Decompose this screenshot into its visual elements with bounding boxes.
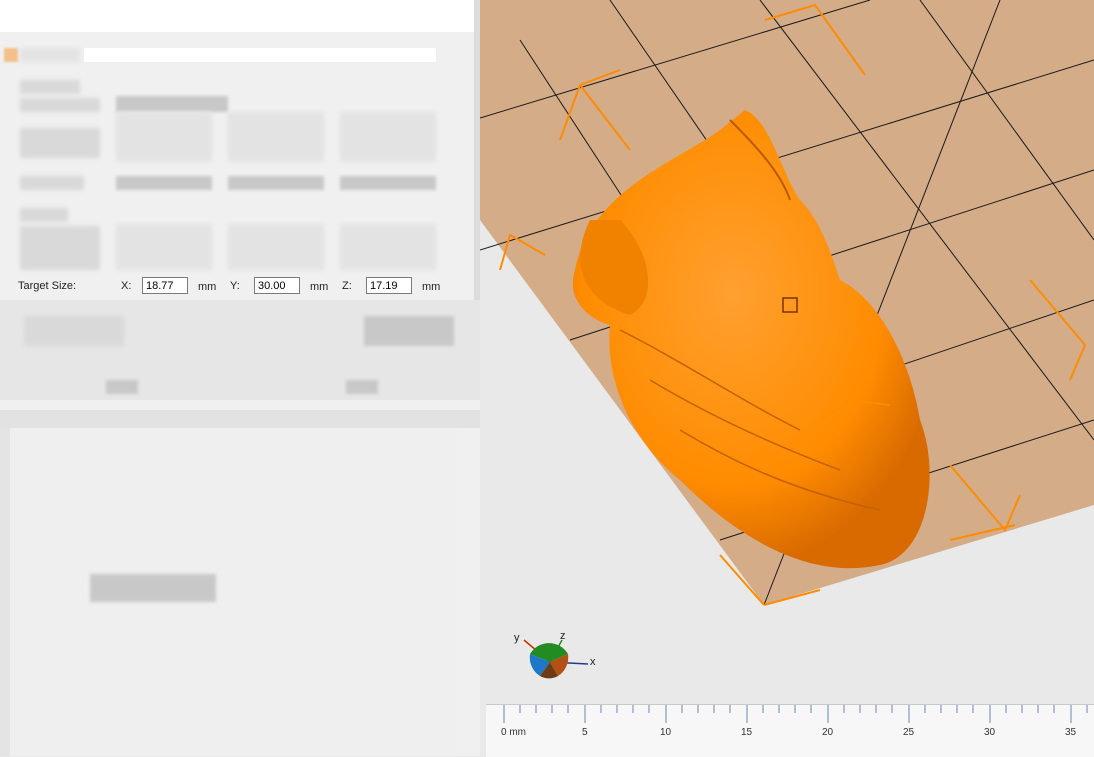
gizmo-y-label: y <box>514 632 520 644</box>
target-size-label: Target Size: <box>18 280 77 292</box>
ruler-tick-label: 30 <box>984 727 996 738</box>
redacted-label <box>20 208 68 222</box>
redacted-field <box>84 48 436 62</box>
axis-gizmo: y z x <box>510 630 610 690</box>
redacted-label <box>20 176 84 190</box>
ruler-tick-label: 10 <box>660 727 672 738</box>
z-axis-label: Z: <box>342 280 352 292</box>
ruler-tick-label: 5 <box>582 727 588 738</box>
settings-panel: Target Size: X: mm Y: mm Z: mm <box>0 0 484 756</box>
app-icon <box>4 48 18 62</box>
redacted-field <box>340 176 436 190</box>
redacted-field <box>340 112 436 162</box>
redacted-label <box>24 316 124 346</box>
redacted-label <box>116 96 228 112</box>
gizmo-z-label: z <box>560 630 566 642</box>
ruler-tick-label: 35 <box>1065 727 1077 738</box>
redacted-button[interactable] <box>346 380 378 394</box>
panel-header-area <box>0 0 474 32</box>
redacted-field <box>228 224 324 270</box>
3d-viewport[interactable]: y z x <box>480 0 1094 756</box>
redacted-label <box>20 226 100 270</box>
redacted-button[interactable] <box>364 316 454 346</box>
target-size-z-input[interactable] <box>366 277 412 294</box>
redacted-field <box>340 224 436 270</box>
gizmo-x-label: x <box>590 656 596 668</box>
ruler-tick-label: 15 <box>741 727 753 738</box>
preview-area <box>10 428 458 756</box>
target-size-y-input[interactable] <box>254 277 300 294</box>
divider <box>0 410 484 428</box>
redacted-label <box>20 80 80 94</box>
ruler-tick-label: 25 <box>903 727 915 738</box>
y-axis-label: Y: <box>230 280 240 292</box>
x-unit-label: mm <box>198 281 217 293</box>
y-unit-label: mm <box>310 281 329 293</box>
target-size-x-input[interactable] <box>142 277 188 294</box>
redacted-button[interactable] <box>106 380 138 394</box>
redacted-label <box>20 128 100 158</box>
ruler: 0 mm 5 10 15 20 25 30 35 <box>486 704 1094 757</box>
ruler-tick-label: 0 mm <box>501 727 526 738</box>
ruler-tick-label: 20 <box>822 727 834 738</box>
redacted-field <box>116 112 212 162</box>
redacted-field <box>116 224 212 270</box>
redacted-title <box>20 48 80 62</box>
x-axis-label: X: <box>121 280 132 292</box>
redacted-field <box>228 176 324 190</box>
panel-border <box>0 428 10 756</box>
redacted-label <box>20 98 100 112</box>
redacted-field <box>228 112 324 162</box>
redacted-section <box>0 300 484 400</box>
z-unit-label: mm <box>422 281 441 293</box>
redacted-label <box>90 574 216 602</box>
redacted-field <box>116 176 212 190</box>
